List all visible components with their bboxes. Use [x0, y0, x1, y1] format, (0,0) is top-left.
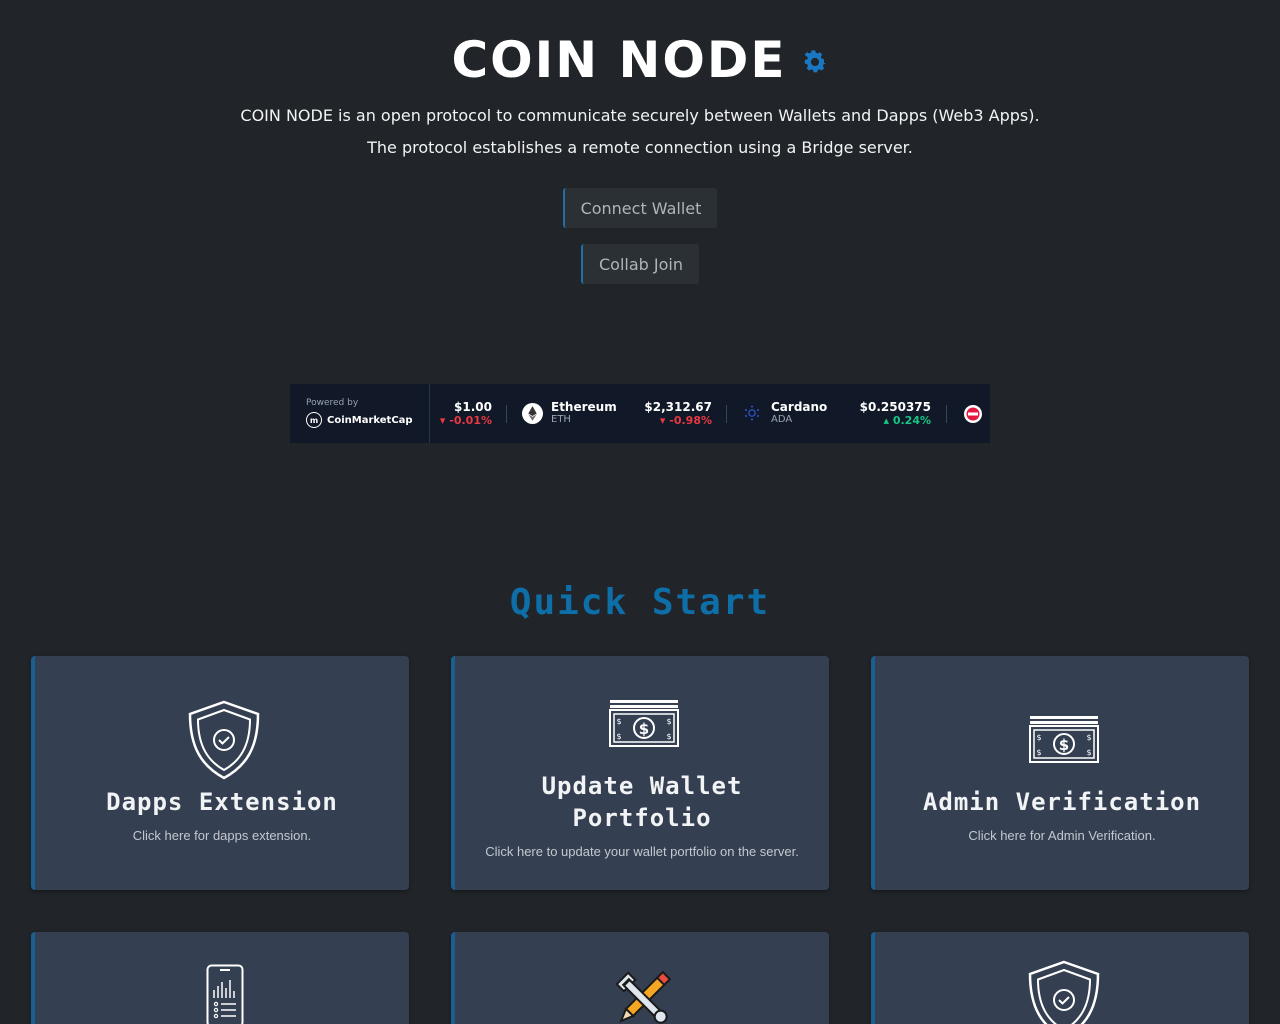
card-title-line-2: Portfolio — [572, 804, 712, 832]
page-title: COIN NODE — [451, 31, 787, 89]
money-bill-icon: $ $ $ $ $ — [1029, 716, 1099, 763]
card-dapps-extension[interactable]: Dapps Extension Click here for dapps ext… — [31, 656, 409, 890]
wrench-pencil-icon — [615, 970, 672, 1024]
card-subtitle: Click here for Admin Verification. — [968, 828, 1156, 843]
shield-check-icon — [188, 700, 260, 780]
ethereum-icon — [522, 403, 543, 424]
powered-by-label: Powered by — [306, 398, 359, 408]
card-title: Admin Verification — [922, 788, 1202, 816]
card-title-line-1: Update Wallet — [541, 772, 743, 800]
collab-join-button[interactable]: Collab Join — [581, 244, 699, 284]
svg-text:$: $ — [1036, 748, 1041, 757]
card-security[interactable] — [871, 932, 1249, 1024]
coinmarketcap-icon: m — [306, 412, 322, 428]
shield-check-icon — [1028, 960, 1100, 1024]
svg-text:$: $ — [639, 720, 649, 738]
card-tools[interactable] — [451, 932, 829, 1024]
svg-text:$: $ — [666, 732, 671, 741]
svg-text:$: $ — [1036, 733, 1041, 742]
svg-text:$: $ — [616, 717, 621, 726]
card-admin-verification[interactable]: $ $ $ $ $ Admin Verification Click here … — [871, 656, 1249, 890]
card-update-wallet-portfolio[interactable]: $ $ $ $ $ Update Wallet Portfolio Click … — [451, 656, 829, 890]
coin-symbol: ETH — [551, 414, 571, 425]
description-line-2: The protocol establishes a remote connec… — [367, 138, 913, 157]
crypto-ticker[interactable]: Powered by m CoinMarketCap $1.00 ▾ -0.01… — [290, 384, 990, 443]
coinmarketcap-logo: m CoinMarketCap — [306, 412, 429, 428]
ticker-item-cardano[interactable]: Cardano ADA $0.250375 ▴ 0.24% — [742, 384, 942, 443]
card-mobile[interactable] — [31, 932, 409, 1024]
coin-name: Cardano — [771, 400, 828, 414]
provider-name: CoinMarketCap — [327, 414, 413, 426]
quick-start-title: Quick Start — [509, 582, 771, 623]
ticker-price: $0.250375 — [859, 400, 931, 414]
svg-text:$: $ — [666, 717, 671, 726]
ticker-divider — [726, 405, 727, 423]
card-title: Dapps Extension — [106, 788, 338, 816]
description-line-1: COIN NODE is an open protocol to communi… — [240, 106, 1040, 125]
card-subtitle: Click here to update your wallet portfol… — [485, 844, 799, 859]
svg-text:$: $ — [1059, 736, 1069, 754]
ticker-price: $1.00 — [454, 400, 492, 414]
ticker-change: ▾ -0.01% — [439, 414, 492, 427]
ticker-change: ▾ -0.98% — [659, 414, 712, 427]
ticker-divider — [506, 405, 507, 423]
svg-text:$: $ — [1086, 748, 1091, 757]
title-row: COIN NODE — [0, 32, 1280, 88]
ticker-divider — [946, 405, 947, 423]
svg-text:$: $ — [616, 732, 621, 741]
connect-wallet-button[interactable]: Connect Wallet — [563, 188, 717, 228]
ticker-change: ▴ 0.24% — [883, 414, 931, 427]
coin-name: Ethereum — [551, 400, 617, 414]
coin-symbol: ADA — [771, 414, 793, 425]
powered-by-block[interactable]: Powered by m CoinMarketCap — [290, 384, 430, 443]
money-bill-icon: $ $ $ $ $ — [609, 700, 679, 747]
ticker-item-ethereum[interactable]: Ethereum ETH $2,312.67 ▾ -0.98% — [522, 384, 722, 443]
mobile-phone-icon — [206, 964, 244, 1024]
ticker-price: $2,312.67 — [644, 400, 712, 414]
svg-text:$: $ — [1086, 733, 1091, 742]
ticker-item[interactable]: $1.00 ▾ -0.01% — [436, 384, 492, 443]
cardano-icon — [743, 404, 761, 422]
next-coin-icon — [964, 405, 982, 423]
gear-icon — [804, 50, 826, 73]
card-subtitle: Click here for dapps extension. — [132, 828, 312, 843]
